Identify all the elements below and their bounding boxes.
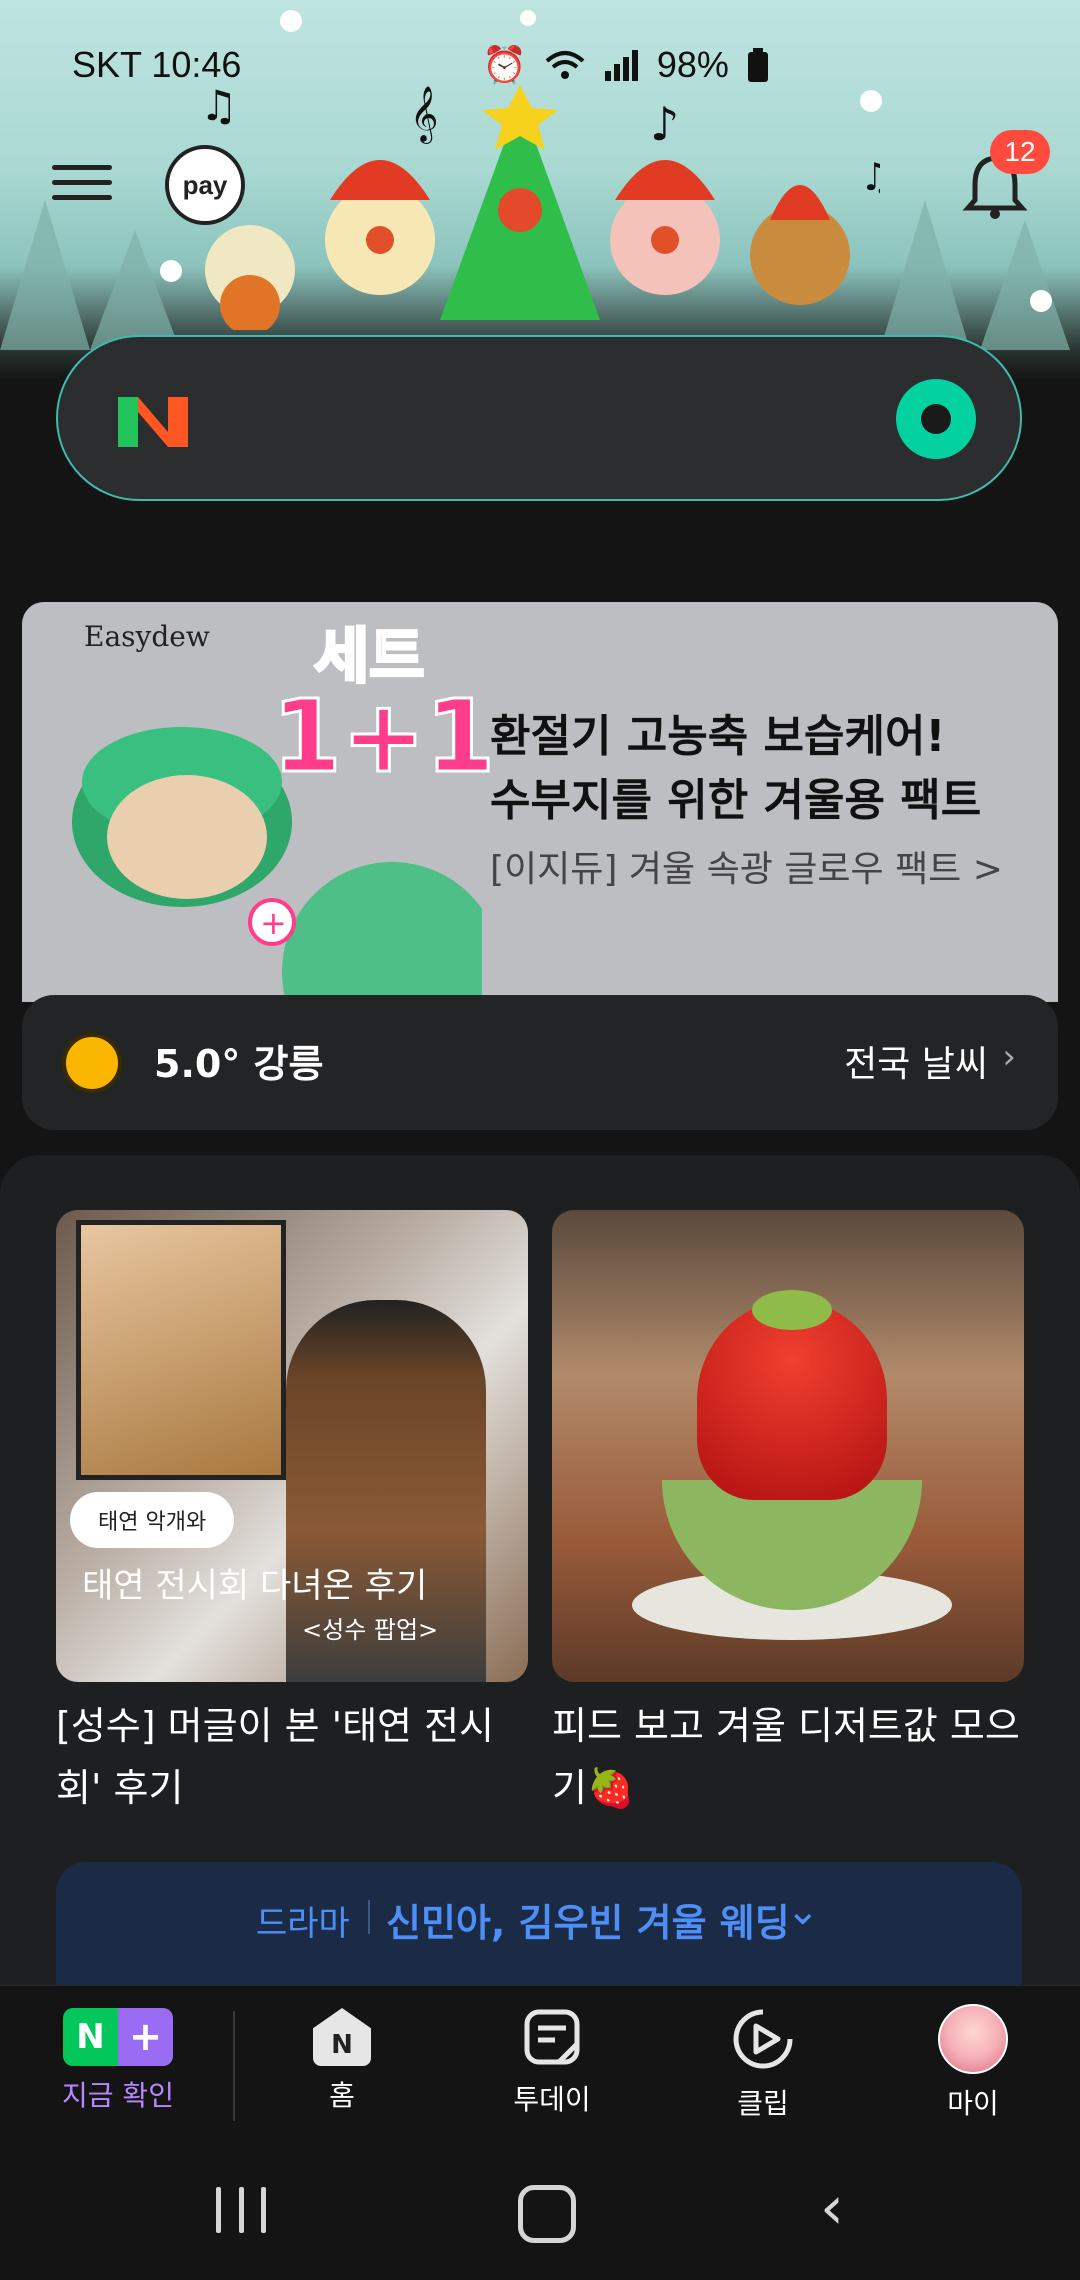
back-icon[interactable]: ‹	[820, 2173, 844, 2243]
chevron-right-icon: ›	[1002, 1037, 1016, 1077]
ad-banner[interactable]: Easydew 세트 1+1 + 환절기 고농축 보습케어! 수부지를 위한 겨…	[22, 602, 1058, 1002]
divider	[233, 2011, 235, 2121]
divider	[368, 1900, 370, 1934]
card-overlay-title: 태연 전시회 다녀온 후기	[82, 1566, 428, 1606]
drama-category: 드라마	[256, 1904, 350, 1944]
system-navigation-bar: ‹	[0, 2145, 1080, 2280]
weather-temp-city: 5.0° 강릉	[154, 1042, 324, 1086]
snowflake	[1030, 290, 1052, 312]
tab-label: 투데이	[513, 2083, 591, 2116]
strawberry-tower-image	[697, 1300, 887, 1500]
tab-home[interactable]: N 홈	[272, 2008, 412, 2114]
tab-today[interactable]: 투데이	[482, 2008, 622, 2118]
carrier-time: SKT 10:46	[72, 44, 242, 85]
status-icons: ⏰ 98%	[482, 44, 769, 86]
feed-card-title[interactable]: 피드 보고 겨울 디저트값 모으기🍓	[552, 1695, 1032, 1819]
tab-label: 지금 확인	[62, 2079, 174, 2112]
cushion-compact-illustration: +	[72, 727, 482, 1002]
bottom-tab-bar: N + 지금 확인 N 홈 투데이 클립 마이	[0, 1985, 1080, 2146]
tab-my[interactable]: 마이	[903, 2004, 1043, 2122]
n-plus-icon: N +	[63, 2008, 173, 2066]
search-bar[interactable]	[56, 335, 1022, 501]
drama-news-bar[interactable]: 드라마 신민아, 김우빈 겨울 웨딩 ⌄	[56, 1862, 1022, 1985]
pay-icon[interactable]: pay	[165, 145, 245, 225]
clip-play-icon	[733, 2009, 793, 2069]
svg-text:+: +	[260, 904, 287, 942]
wifi-icon	[545, 51, 585, 79]
naver-n-logo-icon	[118, 397, 188, 447]
tab-clip[interactable]: 클립	[693, 2008, 833, 2122]
feed-card-title[interactable]: [성수] 머글이 본 '태연 전시회' 후기	[56, 1695, 536, 1819]
n-plus-plus: +	[118, 2008, 173, 2066]
ad-headline-2: 수부지를 위한 겨울용 팩트	[490, 775, 982, 826]
snowflake	[520, 10, 536, 26]
alarm-icon: ⏰	[482, 45, 527, 86]
battery-level: 98%	[656, 44, 729, 85]
snowflake	[160, 260, 182, 282]
svg-text:𝄞: 𝄞	[410, 86, 438, 144]
svg-text:♫: ♫	[860, 155, 880, 199]
status-bar: SKT 10:46 ⏰ 98%	[72, 40, 1020, 90]
christmas-characters-illustration: 𝄞 ♪ ♫ ♫	[200, 81, 880, 330]
svg-text:♪: ♪	[650, 97, 679, 151]
home-icon: N	[313, 2008, 371, 2066]
battery-icon	[747, 48, 768, 82]
nationwide-weather-link[interactable]: 전국 날씨	[844, 1035, 988, 1087]
hero-banner: 𝄞 ♪ ♫ ♫ SKT 10:46 ⏰ 98% pay 12	[0, 0, 1080, 380]
tree-silhouette	[880, 200, 970, 350]
card-overlay-subtitle: <성수 팝업>	[302, 1616, 439, 1644]
ad-subline[interactable]: [이지듀] 겨울 속광 글로우 팩트 >	[490, 840, 1003, 892]
green-dot-lens-icon[interactable]	[896, 379, 976, 459]
content-feed: 태연 악개와 태연 전시회 다녀온 후기 <성수 팝업> [성수] 머글이 본 …	[0, 1155, 1080, 1985]
home-button-icon[interactable]	[518, 2185, 576, 2243]
signal-icon	[604, 50, 638, 81]
recent-apps-icon[interactable]	[216, 2187, 266, 2237]
tab-label: 마이	[947, 2087, 999, 2120]
double-chevron-down-icon[interactable]: ⌄	[786, 1888, 820, 1934]
snowflake	[280, 10, 302, 32]
ad-headline-1: 환절기 고농축 보습케어!	[490, 711, 946, 762]
avatar	[938, 2004, 1008, 2074]
ad-brand: Easydew	[84, 620, 210, 653]
menu-icon[interactable]	[52, 155, 112, 205]
n-plus-n: N	[63, 2008, 118, 2066]
tree-silhouette	[980, 220, 1070, 350]
feed-card-image[interactable]: 태연 악개와 태연 전시회 다녀온 후기 <성수 팝업>	[56, 1210, 528, 1682]
weather-bar[interactable]: 5.0° 강릉 전국 날씨 ›	[22, 995, 1058, 1130]
tab-label: 클립	[737, 2087, 789, 2120]
tab-label: 홈	[329, 2079, 355, 2112]
tree-silhouette	[90, 230, 180, 350]
drama-headline[interactable]: 신민아, 김우빈 겨울 웨딩	[386, 1892, 790, 1947]
sun-icon	[62, 1033, 122, 1093]
matcha-topping-image	[752, 1290, 832, 1330]
today-note-icon	[524, 2009, 580, 2065]
tree-silhouette	[0, 200, 90, 350]
tab-check-now[interactable]: N + 지금 확인	[48, 2008, 188, 2114]
poster-image	[76, 1220, 286, 1480]
card-bubble-label: 태연 악개와	[70, 1492, 235, 1548]
notification-badge: 12	[990, 130, 1050, 174]
feed-card-image[interactable]	[552, 1210, 1024, 1682]
